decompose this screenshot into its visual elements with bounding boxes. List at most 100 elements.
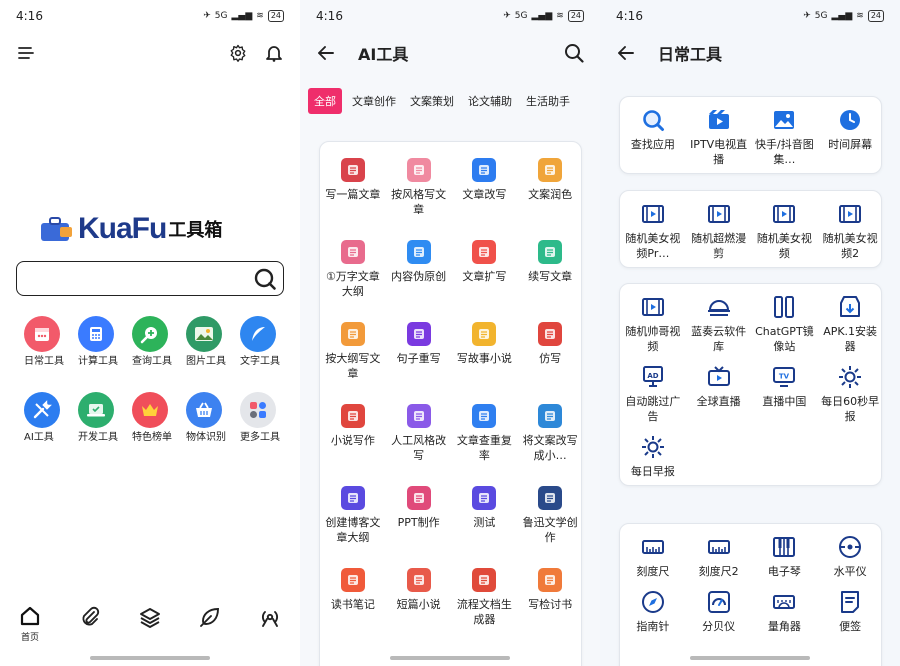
ai-tool-item[interactable]: 文案润色 bbox=[517, 154, 583, 234]
daily-tool-item[interactable]: 查找应用 bbox=[620, 107, 686, 167]
bell-icon[interactable] bbox=[260, 39, 288, 67]
daily-tool-item[interactable]: 随机帅哥视频 bbox=[620, 294, 686, 354]
tool-more[interactable]: 更多工具 bbox=[234, 392, 288, 444]
ai-tool-item[interactable]: ①万字文章大纲 bbox=[320, 236, 386, 316]
magnifier-icon bbox=[640, 107, 666, 133]
ai-tool-item[interactable]: 续写文章 bbox=[517, 236, 583, 316]
daily-tool-item[interactable]: 随机美女视频Pr… bbox=[620, 201, 686, 261]
daily-tool-item[interactable]: 便签 bbox=[817, 589, 883, 634]
daily-tool-item[interactable]: 电子琴 bbox=[752, 534, 818, 579]
nav-discover[interactable] bbox=[199, 606, 221, 628]
tab-life[interactable]: 生活助手 bbox=[522, 88, 574, 114]
ai-tool-item[interactable]: 写检讨书 bbox=[517, 564, 583, 644]
ai-tool-item[interactable]: 流程文档生成器 bbox=[452, 564, 518, 644]
ai-tool-item[interactable]: 创建博客文章大纲 bbox=[320, 482, 386, 562]
back-arrow-icon[interactable] bbox=[312, 39, 340, 67]
nav-home[interactable]: 首页 bbox=[19, 606, 41, 643]
search-input[interactable] bbox=[16, 261, 284, 296]
search-icon[interactable] bbox=[253, 267, 277, 291]
daily-tool-item[interactable]: 水平仪 bbox=[817, 534, 883, 579]
ai-tool-item[interactable]: 文章改写 bbox=[452, 154, 518, 234]
daily-tool-item[interactable]: ChatGPT镜像站 bbox=[752, 294, 818, 354]
ai-tool-label: 人工风格改写 bbox=[391, 434, 447, 462]
daily-tool-item[interactable]: 快手/抖音图集… bbox=[752, 107, 818, 167]
ai-tool-item[interactable]: 读书笔记 bbox=[320, 564, 386, 644]
ai-tool-item[interactable]: 仿写 bbox=[517, 318, 583, 398]
ai-tool-item[interactable]: 写故事小说 bbox=[452, 318, 518, 398]
daily-tool-label: 分贝仪 bbox=[702, 620, 736, 633]
daily-tool-item[interactable]: APK.1安装器 bbox=[817, 294, 883, 354]
ai-tool-item[interactable]: 测试 bbox=[452, 482, 518, 562]
daily-tool-label: 蓝奏云软件库 bbox=[691, 325, 747, 353]
network-label: 5G bbox=[214, 11, 228, 21]
tab-copywriting[interactable]: 文案策划 bbox=[406, 88, 458, 114]
ai-tool-item[interactable]: 写一篇文章 bbox=[320, 154, 386, 234]
tool-dev[interactable]: 开发工具 bbox=[72, 392, 126, 444]
nav-profile[interactable] bbox=[259, 606, 281, 628]
daily-tool-item[interactable]: 蓝奏云软件库 bbox=[686, 294, 752, 354]
ai-tool-item[interactable]: 按风格写文章 bbox=[386, 154, 452, 234]
tool-ranking[interactable]: 特色榜单 bbox=[126, 392, 180, 444]
daily-tool-item[interactable]: 全球直播 bbox=[686, 364, 752, 424]
ai-tool-item[interactable]: PPT制作 bbox=[386, 482, 452, 562]
gesture-bar[interactable] bbox=[390, 656, 510, 660]
ai-tool-item[interactable]: 文章扩写 bbox=[452, 236, 518, 316]
tool-query[interactable]: 查询工具 bbox=[126, 316, 180, 368]
ai-tool-label: 将文案改写成小… bbox=[522, 434, 578, 462]
protractor-icon bbox=[771, 589, 797, 615]
tab-article[interactable]: 文章创作 bbox=[348, 88, 400, 114]
tool-daily[interactable]: 日常工具 bbox=[18, 316, 72, 368]
daily-tool-label: 电子琴 bbox=[767, 565, 801, 578]
daily-tool-item[interactable]: 刻度尺 bbox=[620, 534, 686, 579]
paperclip-icon bbox=[82, 606, 100, 626]
ai-tool-label: 内容伪原创 bbox=[391, 270, 447, 283]
tool-image[interactable]: 图片工具 bbox=[180, 316, 234, 368]
daily-tool-item[interactable]: 时间屏幕 bbox=[817, 107, 883, 167]
daily-tool-item[interactable]: 随机美女视频2 bbox=[817, 201, 883, 261]
gesture-bar[interactable] bbox=[690, 656, 810, 660]
tool-ai[interactable]: AI工具 bbox=[18, 392, 72, 444]
daily-tool-item[interactable]: 分贝仪 bbox=[686, 589, 752, 634]
daily-tool-item[interactable]: 量角器 bbox=[752, 589, 818, 634]
ai-tool-item[interactable]: 按大纲写文章 bbox=[320, 318, 386, 398]
tab-all[interactable]: 全部 bbox=[308, 88, 342, 114]
tool-object[interactable]: 物体识别 bbox=[180, 392, 234, 444]
search-icon[interactable] bbox=[560, 39, 588, 67]
ai-tool-item[interactable]: 将文案改写成小… bbox=[517, 400, 583, 480]
back-arrow-icon[interactable] bbox=[612, 39, 640, 67]
daily-tool-item[interactable]: 随机美女视频 bbox=[752, 201, 818, 261]
daily-tool-item[interactable]: 指南针 bbox=[620, 589, 686, 634]
tool-label: 物体识别 bbox=[186, 432, 226, 443]
menu-icon[interactable] bbox=[12, 39, 40, 67]
ai-tool-item[interactable]: 句子重写 bbox=[386, 318, 452, 398]
daily-tool-item[interactable]: 每日早报 bbox=[620, 434, 686, 479]
daily-tool-label: 量角器 bbox=[767, 620, 801, 633]
nav-attachments[interactable] bbox=[79, 606, 101, 628]
tool-calc[interactable]: 计算工具 bbox=[72, 316, 126, 368]
daily-tool-item[interactable]: 刻度尺2 bbox=[686, 534, 752, 579]
settings-gear-icon[interactable] bbox=[224, 39, 252, 67]
network-label: 5G bbox=[814, 11, 828, 21]
ai-tool-item[interactable]: 短篇小说 bbox=[386, 564, 452, 644]
ai-tool-label: 按风格写文章 bbox=[391, 188, 447, 216]
daily-tool-item[interactable]: IPTV电视直播 bbox=[686, 107, 752, 167]
nav-layers[interactable] bbox=[139, 606, 161, 628]
ai-tool-item[interactable]: 人工风格改写 bbox=[386, 400, 452, 480]
ai-tool-item[interactable]: 文章查重复率 bbox=[452, 400, 518, 480]
ai-tool-item[interactable]: 鲁迅文学创作 bbox=[517, 482, 583, 562]
daily-tool-label: 随机美女视频 bbox=[756, 232, 812, 260]
ai-tool-label: 读书笔记 bbox=[330, 598, 375, 611]
gesture-bar[interactable] bbox=[90, 656, 210, 660]
ai-tool-item[interactable]: 小说写作 bbox=[320, 400, 386, 480]
ai-tool-item[interactable]: 内容伪原创 bbox=[386, 236, 452, 316]
tab-paper[interactable]: 论文辅助 bbox=[464, 88, 516, 114]
daily-tool-item[interactable]: TV 直播中国 bbox=[752, 364, 818, 424]
calendar-icon bbox=[24, 316, 60, 352]
tool-text[interactable]: 文字工具 bbox=[234, 316, 288, 368]
daily-tool-item[interactable]: 随机超燃漫剪 bbox=[686, 201, 752, 261]
ai-tool-label: 续写文章 bbox=[528, 270, 573, 283]
search-plus-icon bbox=[132, 316, 168, 352]
daily-tool-item[interactable]: AD 自动跳过广告 bbox=[620, 364, 686, 424]
daily-tool-item[interactable]: 每日60秒早报 bbox=[817, 364, 883, 424]
tv-clapper-icon bbox=[706, 107, 732, 133]
